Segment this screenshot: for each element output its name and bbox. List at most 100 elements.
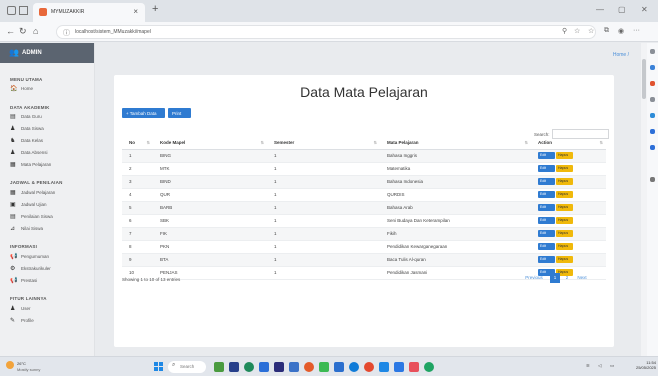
app-icon[interactable]: [364, 362, 374, 372]
close-tab-icon[interactable]: ×: [133, 7, 138, 16]
sidebar-item-nilai-siswa[interactable]: ⊿ Nilai Siswa: [10, 225, 90, 234]
favorites-bar-icon[interactable]: ☆: [588, 27, 594, 35]
copilot-icon[interactable]: [650, 65, 655, 70]
delete-button[interactable]: Hapus: [556, 191, 573, 198]
delete-button[interactable]: Hapus: [556, 243, 573, 250]
edit-button[interactable]: Edit: [538, 165, 555, 172]
edge-app-icon[interactable]: [244, 362, 254, 372]
volume-icon[interactable]: ◁: [598, 363, 601, 369]
sidebar-item-pengumuman[interactable]: 📢 Pengumuman: [10, 253, 90, 262]
delete-button[interactable]: Hapus: [556, 178, 573, 185]
home-browser-icon[interactable]: ⌂: [33, 26, 38, 36]
favorite-icon[interactable]: ☆: [574, 27, 580, 35]
calendar-icon: ▦: [10, 190, 16, 196]
search-input[interactable]: [552, 129, 609, 139]
print-button[interactable]: Print: [168, 108, 191, 118]
tools-icon[interactable]: [650, 97, 655, 102]
sidebar-item-data-siswa[interactable]: ♟ Data Siswa: [10, 125, 90, 134]
zoom-icon[interactable]: ⚲: [562, 27, 567, 35]
sidebar-item-ekstrakurikuler[interactable]: ⚙ Ekstrakurikuler: [10, 265, 90, 274]
battery-icon[interactable]: ▭: [610, 363, 614, 369]
edit-button[interactable]: Edit: [538, 243, 555, 250]
sidebar-item-jadwal-ujian[interactable]: ▣ Jadwal Ujian: [10, 201, 90, 210]
delete-button[interactable]: Hapus: [556, 204, 573, 211]
edit-button[interactable]: Edit: [538, 217, 555, 224]
more-options-icon[interactable]: ···: [633, 27, 640, 34]
profile-browser-icon[interactable]: ◉: [618, 27, 624, 35]
add-data-button[interactable]: + Tambah Data: [122, 108, 165, 118]
edit-button[interactable]: Edit: [538, 178, 555, 185]
sidebar-item-jadwal-pelajaran[interactable]: ▦ Jadwal Pelajaran: [10, 189, 90, 198]
delete-button[interactable]: Hapus: [556, 165, 573, 172]
back-icon[interactable]: ←: [6, 26, 15, 36]
task-view-icon[interactable]: [229, 362, 239, 372]
browser-menu-icon[interactable]: [7, 6, 16, 15]
sidebar-item-mata-pelajaran[interactable]: ▦ Mata Pelajaran: [10, 161, 90, 170]
maximize-icon[interactable]: ▢: [618, 5, 626, 14]
add-sidebar-icon[interactable]: [650, 177, 655, 182]
delete-button[interactable]: Hapus: [556, 256, 573, 263]
app-icon[interactable]: [349, 362, 359, 372]
search-sidebar-icon[interactable]: [650, 49, 655, 54]
games-icon[interactable]: [650, 145, 655, 150]
office-icon[interactable]: [650, 129, 655, 134]
sidebar-item-data-absensi[interactable]: ♟ Data Absensi: [10, 149, 90, 158]
store-app-icon[interactable]: [274, 362, 284, 372]
edit-button[interactable]: Edit: [538, 191, 555, 198]
home-icon: 🏠: [10, 86, 18, 92]
brand-bar[interactable]: 👥 ADMIN: [0, 43, 94, 63]
pagination-next[interactable]: Next: [574, 273, 590, 283]
sidebar-item-home[interactable]: 🏠 Home: [10, 85, 90, 94]
app-icon[interactable]: [409, 362, 419, 372]
delete-button[interactable]: Hapus: [556, 217, 573, 224]
shopping-icon[interactable]: [650, 81, 655, 86]
windows-start-icon[interactable]: [154, 362, 164, 372]
scrollbar-thumb[interactable]: [642, 59, 646, 99]
sidebar-item-data-guru[interactable]: ▤ Data Guru: [10, 113, 90, 122]
close-window-icon[interactable]: ✕: [641, 5, 648, 14]
cell-semester: 1: [267, 214, 380, 228]
column-header-no[interactable]: No ⇅: [122, 137, 153, 150]
new-tab-button[interactable]: +: [152, 3, 158, 15]
column-header-kode-mapel[interactable]: Kode Mapel ⇅: [153, 137, 267, 150]
sidebar-item-penilaian-siswa[interactable]: ▤ Penilaian Siswa: [10, 213, 90, 222]
breadcrumb-home-link[interactable]: Home /: [613, 52, 629, 58]
vscode-app-icon[interactable]: [334, 362, 344, 372]
sidebar-item-user[interactable]: ♟ User: [10, 305, 90, 314]
chrome-app-icon[interactable]: [304, 362, 314, 372]
refresh-icon[interactable]: ↻: [19, 26, 27, 37]
delete-button[interactable]: Hapus: [556, 230, 573, 237]
sidebar-item-data-kelas[interactable]: ♞ Data Kelas: [10, 137, 90, 146]
edit-button[interactable]: Edit: [538, 256, 555, 263]
edit-button[interactable]: Edit: [538, 230, 555, 237]
outlook-icon[interactable]: [650, 113, 655, 118]
explorer-app-icon[interactable]: [259, 362, 269, 372]
active-tab[interactable]: MYMUZAKKIR ×: [33, 3, 145, 22]
app-icon[interactable]: [289, 362, 299, 372]
clock[interactable]: 11:54 25/05/2025: [622, 360, 656, 370]
pagination-previous[interactable]: Previous: [521, 273, 547, 283]
widgets-app-icon[interactable]: [214, 362, 224, 372]
site-info-icon[interactable]: ⓘ: [63, 28, 70, 38]
app-icon[interactable]: [379, 362, 389, 372]
whatsapp-app-icon[interactable]: [319, 362, 329, 372]
taskbar-search[interactable]: ⌕ Search: [168, 361, 206, 373]
delete-button[interactable]: Hapus: [556, 152, 573, 159]
sidebar-item-profile[interactable]: ✎ Profile: [10, 317, 90, 326]
app-icon[interactable]: [394, 362, 404, 372]
column-header-mata-pelajaran[interactable]: Mata Pelajaran ⇅: [380, 137, 531, 150]
network-wifi-icon[interactable]: ≋: [586, 363, 590, 369]
pagination-page-1[interactable]: 1: [550, 273, 560, 283]
column-header-semester[interactable]: Semester ⇅: [267, 137, 380, 150]
collections-icon[interactable]: ⧉: [604, 27, 609, 35]
tab-actions-icon[interactable]: [19, 6, 28, 15]
app-icon[interactable]: [424, 362, 434, 372]
url-field[interactable]: ⓘ localhost/sistem_MMuzakki/mapel: [56, 25, 596, 39]
profile-icon: ✎: [10, 318, 16, 324]
edit-button[interactable]: Edit: [538, 152, 555, 159]
cell-mata-pelajaran: Pendidikan Jasmani: [380, 266, 531, 280]
minimize-icon[interactable]: —: [596, 5, 604, 14]
pagination-page-2[interactable]: 2: [562, 273, 572, 283]
edit-button[interactable]: Edit: [538, 204, 555, 211]
sidebar-item-prestasi[interactable]: 📢 Prestasi: [10, 277, 90, 286]
